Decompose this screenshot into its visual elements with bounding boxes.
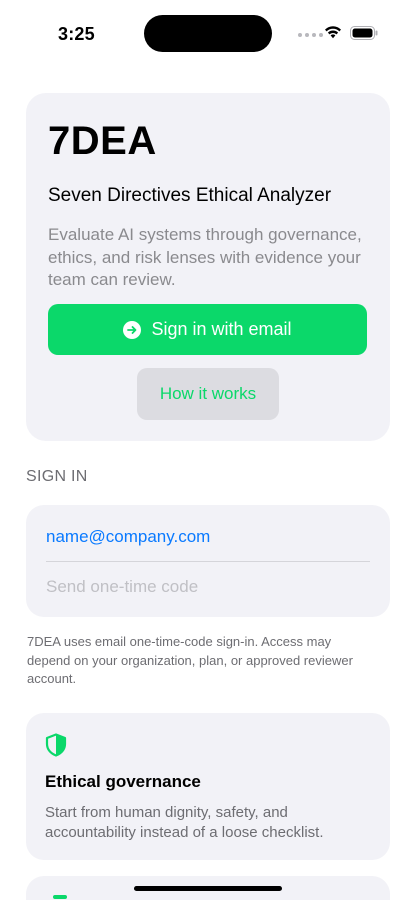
app-description: Evaluate AI systems through governance, … <box>48 225 362 289</box>
feature-title: Ethical governance <box>45 772 201 791</box>
form-divider <box>46 561 370 562</box>
cellular-signal-icon <box>298 33 323 37</box>
feature-icon <box>53 895 67 899</box>
app-subtitle: Seven Directives Ethical Analyzer <box>48 185 332 206</box>
how-it-works-button[interactable]: How it works <box>137 368 279 420</box>
dynamic-island <box>144 15 272 52</box>
sign-in-with-email-label: Sign in with email <box>151 319 292 339</box>
sign-in-section-header: SIGN IN <box>26 468 88 485</box>
feature-description: Start from human dignity, safety, and ac… <box>45 804 324 841</box>
shield-icon <box>45 733 67 757</box>
battery-icon <box>350 26 378 40</box>
sign-in-with-email-button[interactable]: Sign in with email <box>48 304 367 355</box>
sign-in-footnote: 7DEA uses email one-time-code sign-in. A… <box>27 634 353 686</box>
arrow-right-circle-icon <box>123 320 142 339</box>
home-indicator[interactable] <box>134 886 282 891</box>
status-bar: 3:25 <box>0 0 416 62</box>
feature-card-ethical-governance: Ethical governance Start from human dign… <box>26 713 390 860</box>
app-brand-title: 7DEA <box>48 119 157 163</box>
hero-card: 7DEA Seven Directives Ethical Analyzer E… <box>26 93 390 441</box>
email-field[interactable]: name@company.com <box>46 527 210 547</box>
status-time: 3:25 <box>58 24 95 44</box>
send-one-time-code-button[interactable]: Send one-time code <box>46 577 198 597</box>
wifi-icon <box>325 26 341 39</box>
sign-in-form-card: name@company.com Send one-time code <box>26 505 390 617</box>
